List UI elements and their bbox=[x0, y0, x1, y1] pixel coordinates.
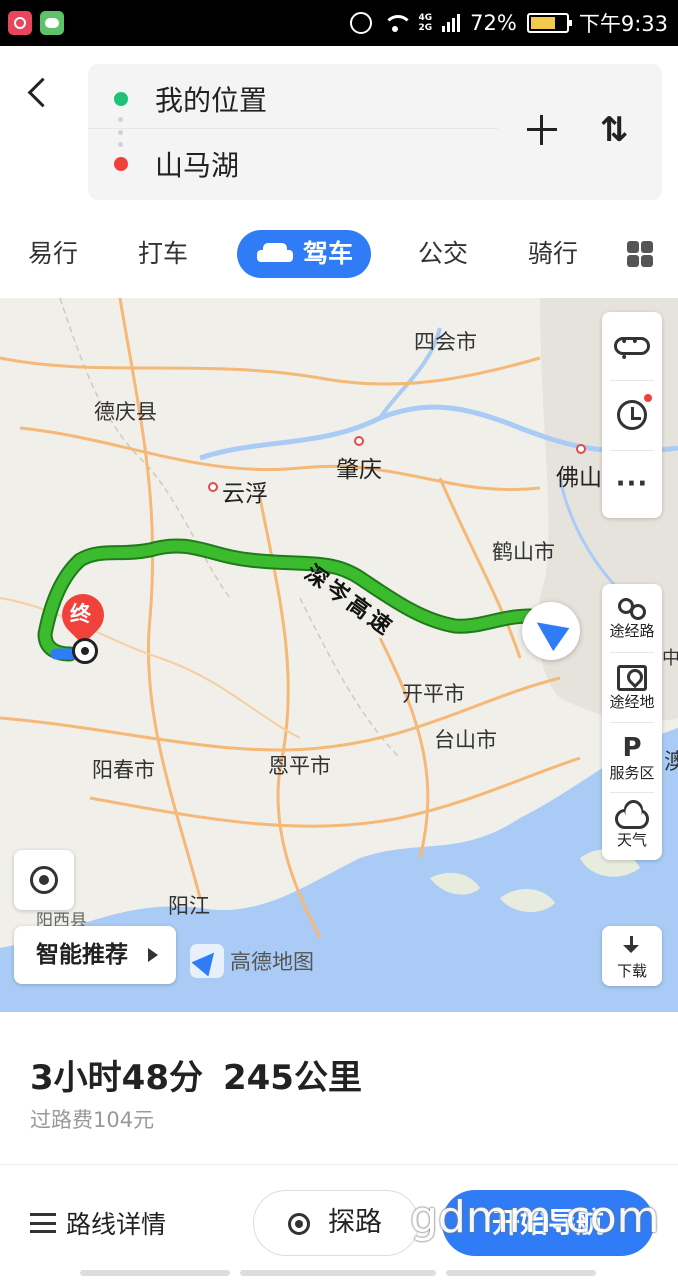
origin-field[interactable]: 我的位置 bbox=[88, 69, 498, 129]
status-indicators: 4G 2G 72% 下午9:33 bbox=[350, 0, 668, 46]
add-waypoint-button[interactable] bbox=[524, 112, 560, 148]
traffic-icon bbox=[614, 334, 650, 366]
destination-pin-label: 终 bbox=[70, 602, 91, 626]
map-pin-icon bbox=[617, 664, 647, 691]
toll-fee: 过路费104元 bbox=[30, 1108, 155, 1132]
waypoint-route-label: 途经路 bbox=[609, 621, 655, 640]
route-summary[interactable]: 3小时48分 245公里 bbox=[30, 1050, 362, 1099]
transport-tabs: 易行 打车 驾车 公交 骑行 bbox=[0, 230, 678, 280]
city-label: 肇庆 bbox=[336, 457, 382, 483]
destination-dot-icon bbox=[114, 157, 128, 171]
city-label: 阳江 bbox=[168, 894, 210, 918]
traffic-button[interactable] bbox=[602, 312, 662, 380]
waypoint-route-button[interactable]: 途经路 bbox=[602, 584, 662, 652]
city-label: 阳春市 bbox=[92, 758, 155, 782]
city-label: 中山 bbox=[662, 648, 678, 669]
back-button[interactable] bbox=[22, 74, 62, 118]
divider bbox=[0, 1164, 678, 1165]
route-input-box: 我的位置 山马湖 ⇅ bbox=[88, 64, 662, 200]
scroll-indicator bbox=[446, 1270, 596, 1276]
alarm-icon bbox=[350, 12, 373, 34]
scroll-indicator bbox=[240, 1270, 436, 1276]
tab-bus[interactable]: 公交 bbox=[418, 230, 468, 278]
route-distance: 245公里 bbox=[222, 1058, 362, 1098]
destination-target-icon bbox=[72, 638, 98, 664]
route-header: 我的位置 山马湖 ⇅ 易行 打车 驾车 公交 骑行 bbox=[0, 46, 678, 298]
tab-drive-label: 驾车 bbox=[303, 239, 354, 268]
current-location-arrow-icon[interactable] bbox=[522, 602, 580, 660]
destination-field[interactable]: 山马湖 bbox=[88, 134, 498, 194]
weather-label: 天气 bbox=[616, 830, 647, 849]
parking-icon: P bbox=[622, 732, 642, 763]
route-details-button[interactable]: 路线详情 bbox=[30, 1200, 166, 1246]
weather-button[interactable]: 天气 bbox=[602, 792, 662, 860]
car-icon bbox=[257, 243, 293, 265]
radar-icon bbox=[288, 1213, 310, 1235]
route-details-label: 路线详情 bbox=[66, 1210, 167, 1239]
city-marker bbox=[354, 436, 364, 446]
explore-road-label: 探路 bbox=[328, 1207, 382, 1238]
city-label: 云浮 bbox=[222, 481, 268, 507]
more-icon: ··· bbox=[615, 469, 649, 499]
waypoint-place-label: 途经地 bbox=[609, 692, 655, 711]
city-label: 恩平市 bbox=[268, 754, 331, 778]
notification-app-icon bbox=[8, 11, 32, 35]
history-clock-icon bbox=[617, 400, 647, 430]
explore-road-button[interactable]: 探路 bbox=[253, 1190, 419, 1256]
history-button[interactable] bbox=[602, 380, 662, 450]
city-label: 四会市 bbox=[414, 330, 477, 354]
battery-percent: 72% bbox=[470, 11, 517, 35]
smart-recommend-button[interactable]: 智能推荐 bbox=[14, 926, 176, 984]
tab-cycling[interactable]: 骑行 bbox=[528, 230, 578, 278]
waypoint-place-button[interactable]: 途经地 bbox=[602, 654, 662, 722]
message-app-icon bbox=[40, 11, 64, 35]
route-duration: 3小时48分 bbox=[30, 1058, 203, 1098]
clock: 下午9:33 bbox=[578, 12, 668, 36]
more-modes-icon[interactable] bbox=[627, 241, 653, 267]
city-label: 德庆县 bbox=[94, 400, 157, 424]
cloud-icon bbox=[615, 808, 649, 829]
route-options-panel: 途经路 途经地 P 服务区 天气 bbox=[602, 584, 662, 860]
tab-taxi[interactable]: 打车 bbox=[138, 230, 188, 278]
tab-easy-travel[interactable]: 易行 bbox=[28, 230, 78, 278]
city-marker bbox=[576, 444, 586, 454]
more-tools-button[interactable]: ··· bbox=[602, 450, 662, 518]
city-label: 台山市 bbox=[434, 728, 497, 752]
destination-text: 山马湖 bbox=[155, 149, 240, 182]
divider bbox=[610, 722, 654, 723]
amap-logo-icon bbox=[190, 944, 224, 978]
route-icon bbox=[616, 596, 648, 620]
signal-icon bbox=[442, 14, 461, 32]
city-label: 澳 bbox=[664, 750, 678, 775]
status-bar: 4G 2G 72% 下午9:33 bbox=[0, 0, 678, 46]
swap-route-button[interactable]: ⇅ bbox=[596, 110, 632, 150]
tab-drive[interactable]: 驾车 bbox=[237, 230, 372, 278]
map-tools-panel: ··· bbox=[602, 312, 662, 518]
map-view[interactable]: 四会市 德庆县 肇庆 云浮 佛山 鹤山市 开平市 台山市 阳春市 恩平市 阳江 … bbox=[0, 298, 678, 1012]
locate-me-button[interactable] bbox=[14, 850, 74, 910]
route-summary-card: 3小时48分 245公里 过路费104元 路线详情 探路 开始导航 gdmm.co… bbox=[0, 1012, 678, 1280]
network-type-icon: 4G 2G bbox=[418, 13, 433, 33]
notification-dot bbox=[644, 394, 652, 402]
amap-logo: 高德地图 bbox=[190, 943, 314, 979]
amap-logo-text: 高德地图 bbox=[230, 950, 314, 974]
service-area-button[interactable]: P 服务区 bbox=[602, 724, 662, 792]
origin-text: 我的位置 bbox=[155, 83, 268, 117]
download-button[interactable]: 下载 bbox=[602, 926, 662, 986]
watermark: gdmm.com bbox=[410, 1192, 660, 1243]
city-marker bbox=[208, 482, 218, 492]
city-label: 开平市 bbox=[402, 682, 465, 706]
service-area-label: 服务区 bbox=[609, 763, 655, 782]
divider bbox=[610, 652, 654, 653]
wifi-icon bbox=[382, 13, 414, 33]
city-label: 鹤山市 bbox=[492, 540, 555, 564]
origin-dot-icon bbox=[114, 91, 128, 106]
battery-icon bbox=[526, 13, 572, 33]
city-label: 佛山 bbox=[556, 465, 602, 491]
list-icon bbox=[30, 1213, 56, 1233]
scroll-indicator bbox=[80, 1270, 230, 1276]
